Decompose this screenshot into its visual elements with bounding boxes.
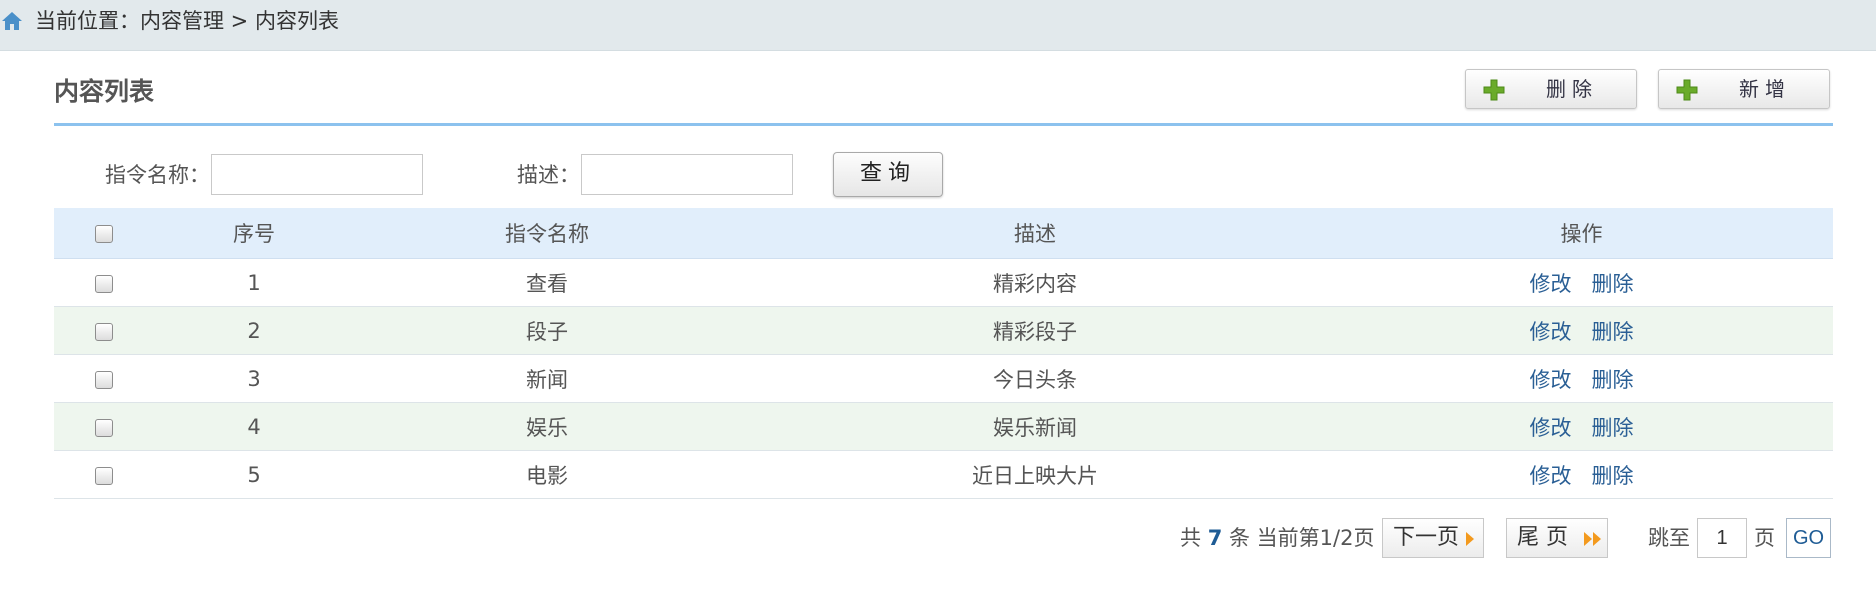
row-no: 2 <box>154 306 354 355</box>
column-header-name: 指令名称 <box>354 208 740 259</box>
delete-link[interactable]: 删除 <box>1592 368 1634 392</box>
row-desc: 精彩段子 <box>740 306 1330 355</box>
command-name-input[interactable] <box>211 154 423 195</box>
total-count: 7 <box>1207 526 1223 550</box>
table-row: 2 段子 精彩段子 修改 删除 <box>54 306 1833 355</box>
go-button[interactable]: GO <box>1786 518 1831 558</box>
arrow-right-icon <box>1466 532 1474 546</box>
edit-link[interactable]: 修改 <box>1530 416 1572 440</box>
description-label: 描述： <box>517 163 580 187</box>
row-desc: 精彩内容 <box>740 258 1330 307</box>
row-checkbox[interactable] <box>95 322 113 341</box>
table-row: 1 查看 精彩内容 修改 删除 <box>54 258 1833 307</box>
table-row: 3 新闻 今日头条 修改 删除 <box>54 354 1833 403</box>
query-button[interactable]: 查询 <box>833 152 943 197</box>
last-page-label: 尾 页 <box>1517 525 1568 550</box>
page-title: 内容列表 <box>54 77 155 106</box>
row-desc: 今日头条 <box>740 354 1330 403</box>
add-button[interactable]: 新增 <box>1658 69 1830 109</box>
top-bar: 当前位置：内容管理 > 内容列表 <box>0 0 1876 51</box>
column-header-desc: 描述 <box>740 208 1330 259</box>
content-table: 序号 指令名称 描述 操作 1 查看 精彩内容 修改 删除 2 段子 精彩段子 修… <box>54 208 1833 499</box>
edit-link[interactable]: 修改 <box>1530 368 1572 392</box>
edit-link[interactable]: 修改 <box>1530 464 1572 488</box>
row-name: 新闻 <box>354 354 740 403</box>
row-checkbox[interactable] <box>95 274 113 293</box>
row-actions: 修改 删除 <box>1330 354 1833 403</box>
table-header-row: 序号 指令名称 描述 操作 <box>54 208 1833 259</box>
add-button-label: 新增 <box>1739 77 1791 101</box>
row-name: 娱乐 <box>354 402 740 451</box>
row-actions: 修改 删除 <box>1330 402 1833 451</box>
row-actions: 修改 删除 <box>1330 306 1833 355</box>
column-header-actions: 操作 <box>1330 208 1833 259</box>
jump-to-label: 跳至 <box>1648 526 1690 550</box>
breadcrumb: 当前位置：内容管理 > 内容列表 <box>35 9 339 33</box>
command-name-label: 指令名称： <box>105 163 210 187</box>
edit-link[interactable]: 修改 <box>1530 272 1572 296</box>
pagination-info: 共 7 条 当前第1/2页 <box>1180 524 1374 552</box>
page-unit-label: 页 <box>1754 526 1775 550</box>
row-name: 段子 <box>354 306 740 355</box>
delete-link[interactable]: 删除 <box>1592 272 1634 296</box>
row-no: 1 <box>154 258 354 307</box>
last-page-button[interactable]: 尾 页 <box>1506 518 1608 558</box>
delete-button[interactable]: 删除 <box>1465 69 1637 109</box>
row-name: 电影 <box>354 450 740 499</box>
column-header-no: 序号 <box>154 208 354 259</box>
edit-link[interactable]: 修改 <box>1530 320 1572 344</box>
delete-link[interactable]: 删除 <box>1592 416 1634 440</box>
row-no: 4 <box>154 402 354 451</box>
title-divider <box>54 123 1833 126</box>
double-arrow-right-icon <box>1584 532 1601 546</box>
delete-link[interactable]: 删除 <box>1592 464 1634 488</box>
row-no: 5 <box>154 450 354 499</box>
next-page-label: 下一页 <box>1393 525 1460 550</box>
select-all-checkbox[interactable] <box>95 225 113 243</box>
plus-icon <box>1676 79 1698 101</box>
select-all-cell <box>54 208 154 259</box>
home-icon <box>2 12 22 30</box>
total-prefix: 共 <box>1180 526 1201 550</box>
next-page-button[interactable]: 下一页 <box>1382 518 1484 558</box>
row-actions: 修改 删除 <box>1330 450 1833 499</box>
row-name: 查看 <box>354 258 740 307</box>
description-input[interactable] <box>581 154 793 195</box>
delete-link[interactable]: 删除 <box>1592 320 1634 344</box>
row-desc: 娱乐新闻 <box>740 402 1330 451</box>
row-checkbox[interactable] <box>95 466 113 485</box>
row-actions: 修改 删除 <box>1330 258 1833 307</box>
row-desc: 近日上映大片 <box>740 450 1330 499</box>
table-row: 5 电影 近日上映大片 修改 删除 <box>54 450 1833 499</box>
row-checkbox[interactable] <box>95 418 113 437</box>
row-checkbox[interactable] <box>95 370 113 389</box>
row-no: 3 <box>154 354 354 403</box>
delete-button-label: 删除 <box>1546 77 1598 101</box>
plus-icon <box>1483 79 1505 101</box>
page-number-input[interactable] <box>1697 518 1747 558</box>
total-suffix: 条 当前第1/2页 <box>1229 526 1375 550</box>
table-row: 4 娱乐 娱乐新闻 修改 删除 <box>54 402 1833 451</box>
